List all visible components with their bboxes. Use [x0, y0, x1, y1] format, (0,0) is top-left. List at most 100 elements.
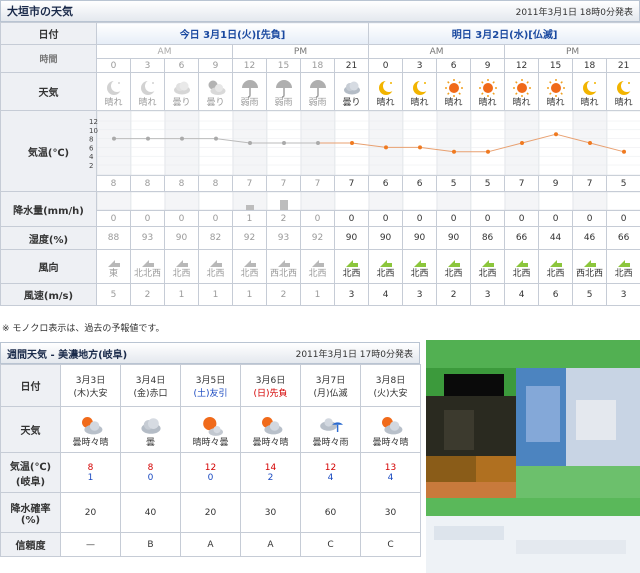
temp-axis-label: 8: [89, 136, 93, 144]
hourly-table: 日付 今日 3月1日(火)[先負] 明日 3月2日(水)[仏滅] 時間 AM P…: [0, 22, 640, 306]
weather-text: 晴れ: [104, 97, 123, 108]
weekly-label-precip-sub: (%): [20, 514, 41, 526]
wind-arrow-icon: [165, 257, 198, 269]
temp-chart-cell: 12 10 8 6 4 2: [89, 110, 640, 176]
label-wind-direction: 風向: [0, 249, 97, 284]
wind-arrow-icon: [505, 257, 538, 269]
wind-arrow-icon: [471, 257, 504, 269]
cloud-icon: [121, 414, 180, 438]
weather-cell: 晴れ: [402, 72, 438, 111]
wind-direction-text: 北北西: [133, 268, 161, 279]
weekly-date-cell: 3月3日 (木)大安: [60, 364, 121, 407]
wind-arrow-icon: [369, 257, 402, 269]
weather-text: 晴れ: [444, 97, 463, 108]
weekly-weather-cell: 晴時々曇: [180, 406, 241, 453]
precip-chart-column: [130, 192, 166, 210]
weekly-weather-text: 曇時々晴: [372, 437, 409, 448]
wind-direction-text: 北西: [206, 268, 225, 279]
wind-direction-text: 北西: [342, 268, 361, 279]
temp-point: [316, 141, 320, 145]
precip-cell: 0: [572, 210, 608, 227]
temp-point: [452, 149, 456, 154]
weekly-label-temp: 気温(℃) (岐阜): [0, 452, 61, 493]
weather-text: 晴れ: [138, 97, 157, 108]
wind-speed-cell: 2: [266, 283, 301, 306]
weekly-dow: (火)大安: [373, 388, 408, 399]
weekly-date-cell: 3月5日 (土)友引: [180, 364, 241, 407]
weather-cell: 晴れ: [606, 72, 640, 111]
weather-text: 弱雨: [274, 97, 293, 108]
time-cell: 0: [96, 58, 131, 73]
time-cell: 6: [436, 58, 472, 73]
humidity-cell: 90: [368, 226, 404, 250]
wind-speed-cell: 1: [164, 283, 199, 306]
past-forecast-note: ※ モノクロ表示は、過去の予報値です。: [2, 324, 165, 334]
time-cell: 21: [333, 58, 370, 73]
cloud-sun-icon: [61, 414, 120, 438]
weather-cell: 曇り: [198, 72, 233, 111]
weekly-reliability-cell: A: [240, 532, 301, 557]
precip-cell: 0: [402, 210, 438, 227]
weekly-precip-cell: 60: [300, 492, 361, 533]
weekly-temp-high: 8: [147, 462, 154, 473]
cloud-sun-icon: [199, 78, 232, 98]
weekly-date: 3月8日: [375, 375, 406, 386]
row-precip-values: 0000120000000000: [1, 210, 640, 227]
precip-chart-column: [402, 192, 438, 210]
time-cell: 21: [606, 58, 640, 73]
precip-chart-column: [538, 192, 574, 210]
temp-point: [214, 136, 218, 141]
temp-chart-column: [606, 110, 640, 176]
weather-text: 晴れ: [614, 97, 633, 108]
weekly-row-weather: 天気 曇時々晴 曇 晴時々曇 曇時々晴 曇時々雨 曇時々晴: [0, 406, 421, 453]
tomorrow-header: 明日 3月2日(水)[仏滅]: [368, 22, 640, 45]
temp-point: [384, 145, 388, 150]
temp-point: [350, 141, 354, 145]
temp-point: [588, 141, 592, 145]
weekly-date: 3月3日: [75, 375, 106, 386]
wind-direction-text: 北西: [308, 268, 327, 279]
temp-cell: 8: [198, 175, 233, 192]
label-wind-speed: 風速(m/s): [0, 283, 97, 306]
weekly-title: 週間天気 - 美濃地方(岐阜): [7, 349, 128, 361]
weekly-row-reliability: 信頼度 — B A A C C: [0, 532, 421, 557]
precip-cell: 0: [130, 210, 165, 227]
weekly-date: 3月5日: [195, 375, 226, 386]
wind-direction-cell: 西北西: [266, 249, 301, 284]
weather-text: 晴れ: [478, 97, 497, 108]
precip-cell: 0: [96, 210, 131, 227]
weekly-row-temp: 気温(℃) (岐阜) 8 1 8 0 12 0 14 2 12 4 13 4: [0, 452, 421, 493]
today-pm: PM: [231, 44, 370, 59]
temp-cell: 7: [232, 175, 267, 192]
weekly-label-temp-sub: (岐阜): [15, 476, 46, 488]
wind-speed-cell: 3: [402, 283, 438, 306]
wind-direction-text: 北西: [240, 268, 259, 279]
weather-text: 弱雨: [240, 97, 259, 108]
precip-chart-column: [368, 192, 404, 210]
weekly-precip-cell: 30: [240, 492, 301, 533]
precip-chart-column: [334, 192, 370, 210]
temp-cell: 8: [130, 175, 165, 192]
time-cell: 12: [232, 58, 267, 73]
ad-banner-image[interactable]: [426, 340, 640, 573]
weekly-temp-high: 13: [384, 462, 397, 473]
wind-direction-text: 北西: [410, 268, 429, 279]
moon-icon: [97, 78, 130, 98]
wind-speed-cell: 5: [96, 283, 131, 306]
temp-axis-label: 2: [89, 162, 93, 170]
temp-chart-column: [436, 110, 472, 176]
temp-chart-column: [164, 110, 200, 176]
weather-cell: 晴れ: [572, 72, 608, 111]
weekly-weather-cell: 曇時々晴: [60, 406, 121, 453]
wind-speed-cell: 6: [538, 283, 574, 306]
wind-direction-cell: 西北西: [572, 249, 608, 284]
umbrella-icon: [233, 78, 266, 98]
weekly-temp-low: 0: [147, 472, 154, 483]
weekly-temp-cell: 13 4: [360, 452, 421, 493]
temp-cell: 5: [606, 175, 640, 192]
moon-icon: [573, 78, 606, 98]
humidity-cell: 88: [96, 226, 131, 250]
wind-direction-text: 北西: [478, 268, 497, 279]
wind-direction-text: 北西: [376, 268, 395, 279]
weekly-precip-cell: 20: [180, 492, 241, 533]
